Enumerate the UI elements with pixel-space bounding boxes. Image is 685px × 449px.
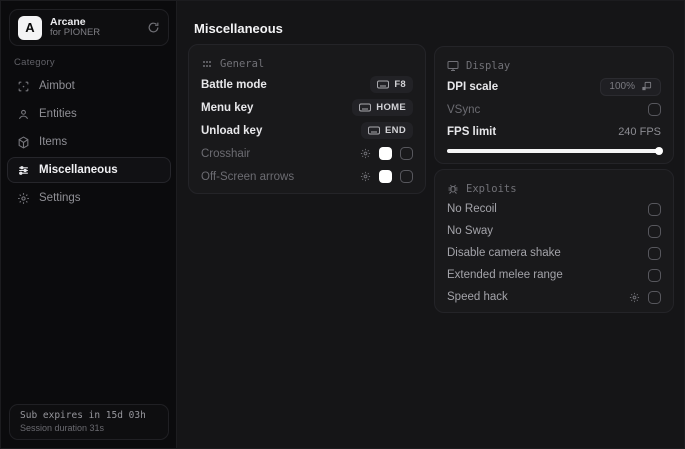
scale-icon: [641, 81, 652, 92]
no-sway-label: No Sway: [447, 225, 494, 237]
exploits-card-header: Exploits: [447, 180, 661, 198]
offscreen-arrows-row: Off-Screen arrows: [201, 165, 413, 188]
unload-key-row: Unload key END: [201, 119, 413, 142]
main-panel: Miscellaneous General Battle mode F8 Men…: [178, 1, 684, 448]
no-sway-row: No Sway: [447, 220, 661, 242]
crosshair-row: Crosshair: [201, 142, 413, 165]
battle-mode-label: Battle mode: [201, 78, 267, 91]
fps-limit-label: FPS limit: [447, 126, 497, 138]
general-header-label: General: [220, 58, 265, 70]
sidebar-item-aimbot[interactable]: Aimbot: [7, 73, 171, 99]
menu-key-label: Menu key: [201, 101, 254, 114]
monitor-icon: [447, 60, 459, 72]
gear-icon[interactable]: [360, 171, 371, 182]
keyboard-icon: [377, 80, 390, 89]
vsync-checkbox[interactable]: [648, 103, 661, 116]
extended-melee-range-checkbox[interactable]: [648, 268, 661, 282]
sidebar-item-label: Settings: [39, 192, 81, 204]
dpi-scale-select[interactable]: 100%: [600, 77, 661, 96]
disable-camera-shake-row: Disable camera shake: [447, 242, 661, 264]
dpi-scale-label: DPI scale: [447, 80, 499, 93]
no-recoil-checkbox[interactable]: [648, 202, 661, 216]
sliders-icon: [17, 164, 30, 177]
menu-key-keybind[interactable]: HOME: [352, 99, 413, 116]
slider-knob[interactable]: [654, 147, 663, 155]
crosshair-color-swatch[interactable]: [379, 147, 392, 160]
general-card-header: General: [201, 55, 413, 73]
category-label: Category: [14, 57, 55, 68]
battle-mode-row: Battle mode F8: [201, 73, 413, 96]
general-card: General Battle mode F8 Menu key HOME Unl…: [188, 44, 426, 194]
sidebar-item-miscellaneous[interactable]: Miscellaneous: [7, 157, 171, 183]
sidebar-item-settings[interactable]: Settings: [7, 185, 171, 211]
subscription-card: Sub expires in 15d 03h Session duration …: [9, 404, 169, 440]
sidebar-item-label: Aimbot: [39, 80, 75, 92]
app-subtitle: for PIONER: [50, 27, 101, 39]
keyboard-icon: [368, 126, 381, 135]
vsync-row: VSync: [447, 98, 661, 121]
dpi-scale-row: DPI scale 100%: [447, 75, 661, 98]
cube-icon: [17, 135, 30, 149]
sidebar-item-label: Entities: [39, 108, 77, 120]
disable-camera-shake-checkbox[interactable]: [648, 246, 661, 260]
extended-melee-range-row: Extended melee range: [447, 264, 661, 286]
unload-key-keybind[interactable]: END: [361, 122, 413, 139]
sidebar-item-items[interactable]: Items: [7, 129, 171, 155]
speed-hack-row: Speed hack: [447, 286, 661, 308]
fps-limit-row: FPS limit 240 FPS: [447, 121, 661, 143]
offscreen-arrows-color-swatch[interactable]: [379, 170, 392, 183]
app-window: A Arcane for PIONER Category Aimbot Enti…: [0, 0, 685, 449]
fps-limit-slider[interactable]: [447, 145, 663, 157]
no-recoil-row: No Recoil: [447, 198, 661, 220]
sidebar-item-label: Items: [39, 136, 68, 148]
grid-dots-icon: [201, 58, 213, 70]
crosshair-icon: [17, 80, 30, 93]
display-header-label: Display: [466, 60, 511, 72]
no-sway-checkbox[interactable]: [648, 224, 661, 238]
sidebar: A Arcane for PIONER Category Aimbot Enti…: [1, 1, 177, 448]
bug-icon: [447, 183, 459, 195]
app-logo: A: [18, 15, 42, 40]
unload-key-label: Unload key: [201, 124, 263, 137]
person-icon: [17, 108, 30, 121]
keyboard-icon: [359, 103, 372, 112]
speed-hack-checkbox[interactable]: [648, 290, 661, 304]
sync-icon[interactable]: [147, 21, 160, 34]
no-recoil-label: No Recoil: [447, 203, 497, 215]
page-title: Miscellaneous: [194, 21, 283, 36]
app-title-block: Arcane for PIONER: [50, 16, 147, 39]
gear-icon: [17, 192, 30, 205]
display-card-header: Display: [447, 57, 661, 75]
disable-camera-shake-label: Disable camera shake: [447, 247, 561, 259]
session-duration-text: Session duration 31s: [20, 423, 105, 433]
offscreen-arrows-checkbox[interactable]: [400, 170, 413, 183]
battle-mode-keybind[interactable]: F8: [370, 76, 413, 93]
menu-key-row: Menu key HOME: [201, 96, 413, 119]
sidebar-nav: Aimbot Entities Items Miscellaneous Sett…: [7, 73, 171, 213]
exploits-header-label: Exploits: [466, 183, 517, 195]
sub-expiry-text: Sub expires in 15d 03h: [20, 410, 146, 421]
display-card: Display DPI scale 100% VSync FPS limit 2…: [434, 46, 674, 164]
sidebar-item-label: Miscellaneous: [39, 164, 118, 176]
extended-melee-range-label: Extended melee range: [447, 269, 563, 281]
vsync-label: VSync: [447, 103, 481, 116]
app-header-card: A Arcane for PIONER: [9, 9, 169, 46]
sidebar-item-entities[interactable]: Entities: [7, 101, 171, 127]
exploits-card: Exploits No Recoil No Sway Disable camer…: [434, 169, 674, 313]
gear-icon[interactable]: [629, 292, 640, 303]
crosshair-label: Crosshair: [201, 147, 251, 160]
speed-hack-label: Speed hack: [447, 291, 508, 303]
crosshair-checkbox[interactable]: [400, 147, 413, 160]
fps-limit-value: 240 FPS: [618, 126, 661, 138]
offscreen-arrows-label: Off-Screen arrows: [201, 170, 295, 183]
gear-icon[interactable]: [360, 148, 371, 159]
